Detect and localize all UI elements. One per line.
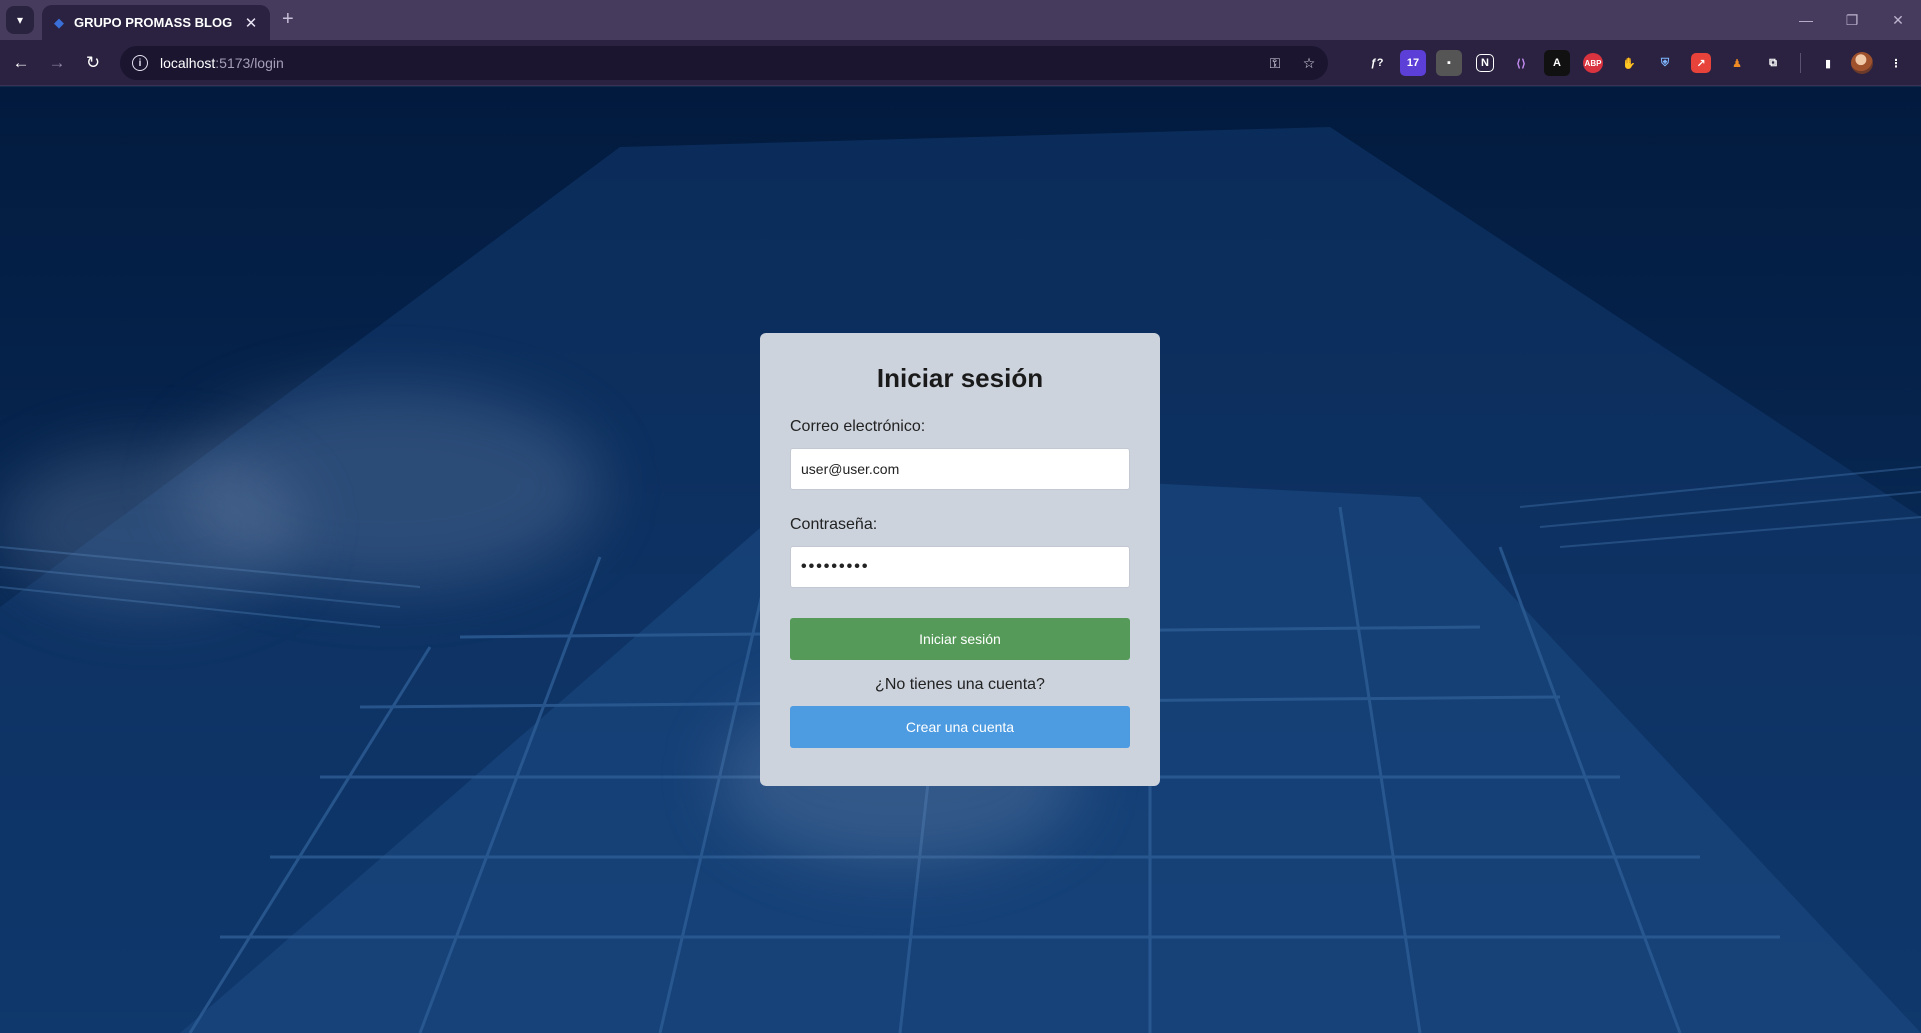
login-card: Iniciar sesión Correo electrónico: Contr…	[760, 333, 1160, 786]
key-icon[interactable]: ⚿	[1264, 52, 1286, 74]
toolbar-divider	[1800, 53, 1801, 73]
email-label: Correo electrónico:	[790, 418, 926, 435]
minimize-button[interactable]: —	[1783, 0, 1829, 40]
tab-close-icon[interactable]: ✕	[242, 14, 260, 32]
window-controls: — ❐ ✕	[1783, 0, 1921, 40]
hand-extension-icon[interactable]: ✋	[1616, 50, 1642, 76]
profile-avatar[interactable]	[1851, 52, 1873, 74]
forward-button[interactable]: →	[44, 50, 70, 76]
password-label: Contraseña:	[790, 516, 878, 533]
url-host: localhost	[160, 55, 216, 71]
notion-extension-icon[interactable]: N	[1476, 54, 1494, 72]
extensions-puzzle-icon[interactable]: ⧉	[1760, 50, 1786, 76]
arrow-left-icon: ←	[12, 53, 30, 72]
fx-extension-icon[interactable]: ƒ?	[1364, 50, 1390, 76]
email-field[interactable]	[790, 448, 1130, 490]
cloud-shape	[0, 447, 300, 607]
reload-icon: ↻	[85, 53, 101, 72]
address-bar[interactable]: i localhost:5173/login ⚿ ☆	[120, 46, 1328, 80]
no-account-text: ¿No tienes una cuenta?	[875, 676, 1045, 693]
browser-toolbar: ← → ↻ i localhost:5173/login ⚿ ☆ ƒ? 17 ▪…	[0, 40, 1921, 86]
close-window-button[interactable]: ✕	[1875, 0, 1921, 40]
login-button[interactable]: Iniciar sesión	[790, 618, 1130, 660]
arrow-right-icon: →	[48, 53, 66, 72]
url-text: localhost:5173/login	[160, 55, 284, 71]
browser-tab-strip: ▾ ◆ GRUPO PROMASS BLOG ✕ + — ❐ ✕	[0, 0, 1921, 40]
restore-button[interactable]: ❐	[1829, 0, 1875, 40]
kebab-menu-icon[interactable]: ⋮	[1883, 50, 1909, 76]
extensions-bar: ƒ? 17 ▪ N ⟨⟩ A ABP ✋ ⛨ ↗ ♟ ⧉ ▮ ⋮	[1364, 50, 1909, 76]
tab-search-button[interactable]: ▾	[6, 6, 34, 34]
reload-button[interactable]: ↻	[80, 50, 106, 76]
puzzle-gray-extension-icon[interactable]: ▪	[1436, 50, 1462, 76]
tab-title: GRUPO PROMASS BLOG	[74, 15, 233, 30]
side-panel-icon[interactable]: ▮	[1815, 50, 1841, 76]
url-path: :5173/login	[215, 55, 284, 71]
shield-extension-icon[interactable]: ⛨	[1652, 50, 1678, 76]
calendar-extension-icon[interactable]: 17	[1400, 50, 1426, 76]
brackets-extension-icon[interactable]: ⟨⟩	[1508, 50, 1534, 76]
a-extension-icon[interactable]: A	[1544, 50, 1570, 76]
active-tab[interactable]: ◆ GRUPO PROMASS BLOG ✕	[42, 5, 270, 40]
create-account-button[interactable]: Crear una cuenta	[790, 706, 1130, 748]
page-viewport: Iniciar sesión Correo electrónico: Contr…	[0, 87, 1921, 1033]
site-favicon-icon: ◆	[54, 14, 64, 30]
site-info-icon[interactable]: i	[132, 55, 148, 71]
new-tab-button[interactable]: +	[282, 8, 294, 31]
star-icon[interactable]: ☆	[1298, 52, 1320, 74]
person-extension-icon[interactable]: ♟	[1724, 50, 1750, 76]
back-button[interactable]: ←	[8, 50, 34, 76]
chevron-down-icon: ▾	[16, 13, 24, 27]
red-arrow-extension-icon[interactable]: ↗	[1691, 53, 1711, 73]
login-title: Iniciar sesión	[876, 363, 1044, 393]
adblock-extension-icon[interactable]: ABP	[1583, 53, 1603, 73]
password-field[interactable]	[790, 546, 1130, 588]
